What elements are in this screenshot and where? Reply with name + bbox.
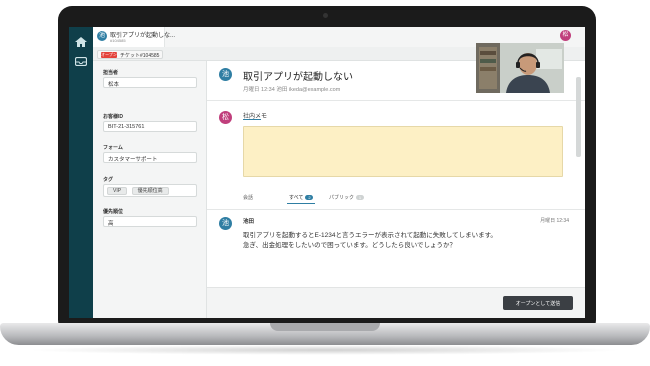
customer-id-field[interactable]: BIT-21-315761 [103, 121, 197, 132]
ticket-properties-sidebar: 担当者 松本 お客様ID BIT-21-315761 フォーム カスタマーサポー… [93, 61, 207, 318]
tab-subtitle: #104585 [110, 38, 126, 43]
tab-all-label: すべて [289, 195, 304, 201]
video-feed-image [476, 43, 564, 93]
tab-public[interactable]: パブリック 1 [329, 194, 365, 201]
tags-label: タグ [103, 177, 114, 183]
camera-icon [323, 13, 328, 18]
tab-public-count: 1 [356, 195, 365, 201]
ticket-number: チケット#104585 [120, 53, 160, 59]
avatar: 池 [97, 31, 107, 41]
tab-all[interactable]: すべて 2 [289, 194, 314, 201]
form-label: フォーム [103, 145, 123, 151]
message-line-2: 急ぎ、出金処理をしたいので困っています。どうしたら良いでしょうか？ [243, 242, 457, 249]
app-screen: 池 取引アプリが起動しな... #104585 オープン チケット#104585… [69, 27, 585, 318]
priority-field[interactable]: 高 [103, 216, 197, 227]
priority-label: 優先順位 [103, 209, 124, 215]
scrollbar[interactable] [576, 77, 581, 157]
tab-public-label: パブリック [329, 195, 355, 201]
active-tab-indicator [287, 203, 315, 204]
conversation-filter-tabs: 会話 すべて 2 パブリック 1 [243, 194, 583, 204]
ticket-chip[interactable]: オープン チケット#104585 [97, 50, 164, 59]
tag-vip[interactable]: VIP [107, 187, 128, 195]
tab-chat[interactable]: 会話 [243, 194, 253, 201]
tag-priority-high[interactable]: 優先順位高 [131, 187, 169, 195]
message-line-1: 取引アプリを起動するとE-1234と言うエラーが表示されて起動に失敗してしまいま… [243, 232, 497, 239]
laptop-notch [270, 323, 380, 331]
ticket-title: 取引アプリが起動しない [243, 72, 353, 83]
submit-as-open-button[interactable]: オープンとして送信 [503, 296, 573, 310]
requester-avatar: 池 [219, 68, 232, 81]
message-author: 池田 [243, 219, 255, 225]
laptop-base [0, 323, 650, 345]
assignee-field[interactable]: 松本 [103, 77, 197, 88]
agent-avatar: 松 [219, 111, 232, 124]
customer-id-label: お客様ID [103, 114, 124, 120]
ticket-conversation-panel: 池 取引アプリが起動しない 月曜日 12:34 池田 ikeda@example… [207, 61, 585, 318]
reply-footer: オープンとして送信 [207, 287, 585, 318]
ticket-meta: 月曜日 12:34 池田 ikeda@example.com [243, 87, 341, 93]
tab-ticket[interactable]: 池 取引アプリが起動しな... #104585 [93, 27, 175, 47]
memo-tab-indicator [243, 119, 261, 120]
status-badge: オープン [101, 52, 117, 58]
laptop-shadow [25, 345, 625, 355]
video-call-overlay[interactable] [476, 43, 564, 93]
divider [207, 209, 585, 210]
user-avatar[interactable]: 松 [560, 30, 571, 41]
form-field[interactable]: カスタマーサポート [103, 152, 197, 163]
message-time: 月曜日 12:34 [540, 218, 569, 224]
message-body: 取引アプリを起動するとE-1234と言うエラーが表示されて起動に失敗してしまいま… [243, 231, 497, 251]
tags-field[interactable]: VIP 優先順位高 [103, 184, 197, 197]
internal-memo-input[interactable] [243, 126, 563, 177]
tab-all-count: 2 [305, 195, 314, 201]
message-avatar: 池 [219, 217, 232, 230]
home-icon[interactable] [75, 37, 87, 47]
nav-rail [69, 27, 93, 318]
inbox-icon[interactable] [74, 56, 88, 67]
assignee-label: 担当者 [103, 70, 119, 76]
